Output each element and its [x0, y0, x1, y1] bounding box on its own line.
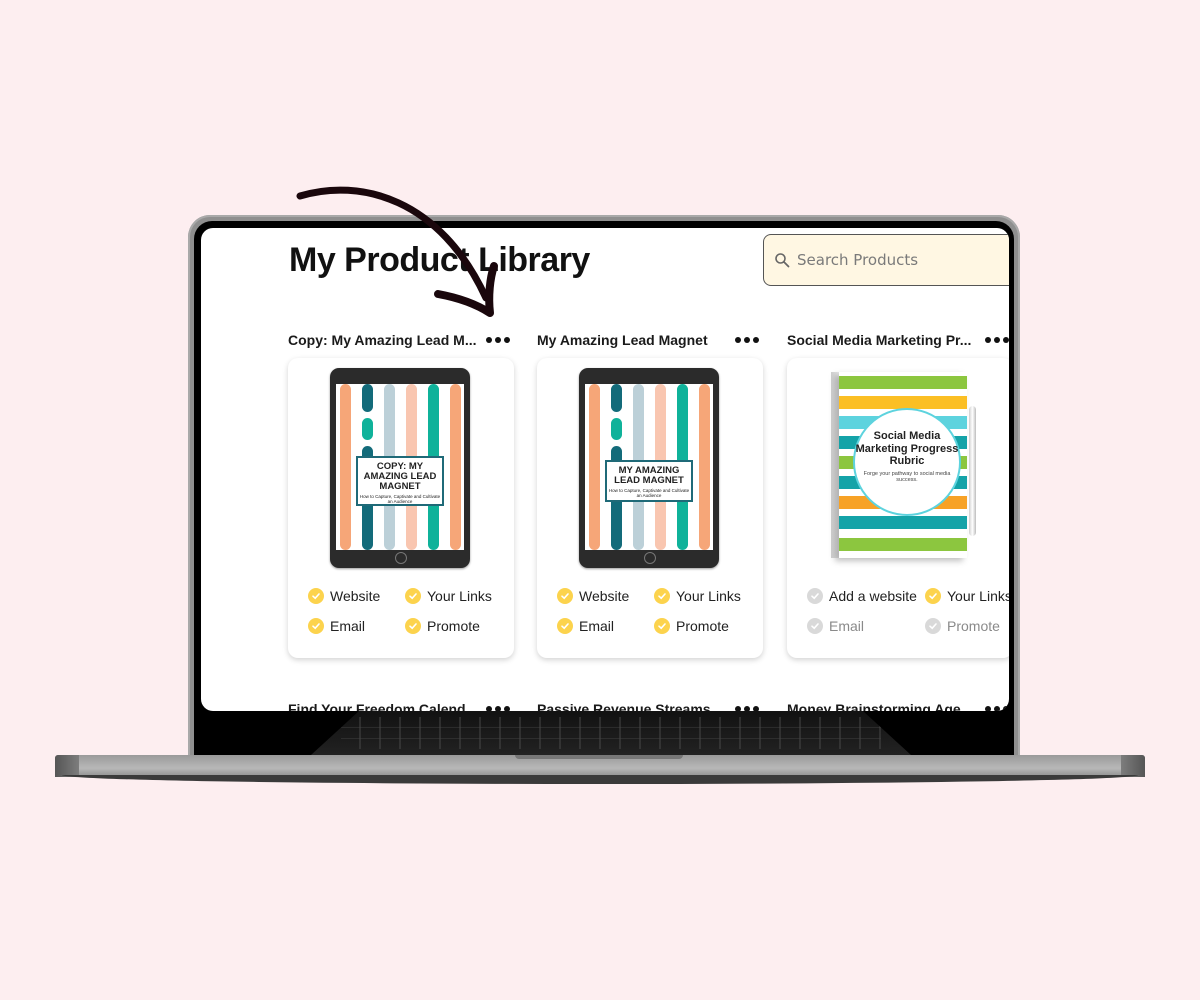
- check-circle-icon: [405, 588, 421, 604]
- search-box[interactable]: [763, 234, 1009, 286]
- check-circle-icon: [654, 618, 670, 634]
- product-cover-tablet: COPY: MY AMAZING LEAD MAGNET How to Capt…: [330, 368, 470, 568]
- more-dots-icon[interactable]: [735, 706, 763, 711]
- page-title: My Product Library: [289, 241, 590, 279]
- check-circle-icon: [405, 618, 421, 634]
- product-title[interactable]: Find Your Freedom Calend...: [288, 701, 477, 711]
- laptop-notch: [515, 755, 683, 759]
- check-circle-icon: [925, 588, 941, 604]
- check-circle-icon: [807, 588, 823, 604]
- product-title[interactable]: Copy: My Amazing Lead M...: [288, 332, 477, 348]
- product-title[interactable]: Money Brainstorming Age...: [787, 701, 972, 711]
- status-list: Website Your Links Email Promote: [308, 588, 518, 634]
- status-list: Add a website Your Links Email Promote: [807, 588, 1009, 634]
- status-promote[interactable]: Promote: [405, 618, 515, 634]
- product-title[interactable]: My Amazing Lead Magnet: [537, 332, 708, 348]
- product-card-column: My Amazing Lead Magnet MY AMAZING LEAD M…: [537, 330, 763, 658]
- product-card-column: Find Your Freedom Calend...: [288, 699, 514, 711]
- cover-label: MY AMAZING LEAD MAGNET How to Capture, C…: [605, 460, 693, 502]
- status-website[interactable]: Website: [308, 588, 405, 604]
- more-dots-icon[interactable]: [486, 337, 514, 343]
- status-email[interactable]: Email: [807, 618, 925, 634]
- search-input[interactable]: [795, 250, 1009, 270]
- more-dots-icon[interactable]: [735, 337, 763, 343]
- product-cover-tablet: MY AMAZING LEAD MAGNET How to Capture, C…: [579, 368, 719, 568]
- product-title[interactable]: Social Media Marketing Pr...: [787, 332, 971, 348]
- check-circle-icon: [654, 588, 670, 604]
- product-cover-notebook: Social Media Marketing Progress Rubric F…: [831, 368, 981, 568]
- status-your-links[interactable]: Your Links: [925, 588, 1009, 604]
- status-website[interactable]: Add a website: [807, 588, 925, 604]
- pen-image: [969, 406, 976, 536]
- product-card-column: Social Media Marketing Pr... Social Medi…: [787, 330, 1009, 658]
- status-list: Website Your Links Email Promote: [557, 588, 767, 634]
- more-dots-icon[interactable]: [985, 706, 1009, 711]
- check-circle-icon: [807, 618, 823, 634]
- status-promote[interactable]: Promote: [925, 618, 1009, 634]
- cover-label: COPY: MY AMAZING LEAD MAGNET How to Capt…: [356, 456, 444, 506]
- status-your-links[interactable]: Your Links: [654, 588, 764, 604]
- status-email[interactable]: Email: [557, 618, 654, 634]
- more-dots-icon[interactable]: [985, 337, 1009, 343]
- check-circle-icon: [557, 618, 573, 634]
- product-card[interactable]: COPY: MY AMAZING LEAD MAGNET How to Capt…: [288, 358, 514, 658]
- product-card[interactable]: MY AMAZING LEAD MAGNET How to Capture, C…: [537, 358, 763, 658]
- status-your-links[interactable]: Your Links: [405, 588, 515, 604]
- cover-label: Social Media Marketing Progress Rubric F…: [853, 408, 961, 516]
- app-screen: My Product Library Copy: My Amazing Lead…: [201, 228, 1009, 711]
- check-circle-icon: [308, 618, 324, 634]
- check-circle-icon: [308, 588, 324, 604]
- product-card[interactable]: Social Media Marketing Progress Rubric F…: [787, 358, 1009, 658]
- product-title[interactable]: Passive Revenue Streams: [537, 701, 711, 711]
- product-card-column: Money Brainstorming Age...: [787, 699, 1009, 711]
- search-icon: [774, 252, 790, 268]
- product-card-column: Passive Revenue Streams: [537, 699, 763, 711]
- status-promote[interactable]: Promote: [654, 618, 764, 634]
- more-dots-icon[interactable]: [486, 706, 514, 711]
- product-card-column: Copy: My Amazing Lead M... COPY: MY AMAZ…: [288, 330, 514, 658]
- status-email[interactable]: Email: [308, 618, 405, 634]
- laptop-base-shadow: [62, 775, 1138, 784]
- status-website[interactable]: Website: [557, 588, 654, 604]
- check-circle-icon: [557, 588, 573, 604]
- check-circle-icon: [925, 618, 941, 634]
- keyboard-reflection: [201, 711, 1009, 755]
